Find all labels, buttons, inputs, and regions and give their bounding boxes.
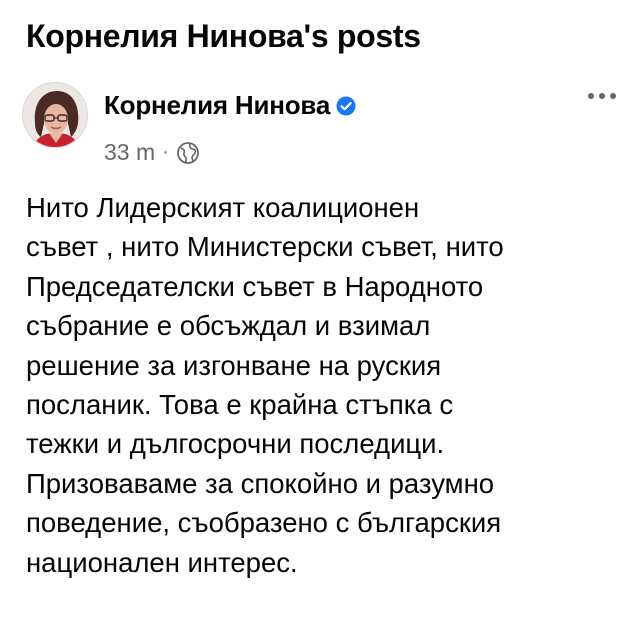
verified-badge-icon [336,96,356,116]
post-text-line: поведение, съобразено с българския [26,507,502,539]
meta-separator: · [162,141,169,163]
post-text-line: тежки и дългосрочни последици. [26,428,445,460]
post-text-line: Председателски съвет в Народното [26,270,484,302]
post-header: Корнелия Нинова 33 m · [22,82,622,172]
post-text-line: национален интерес. [26,546,298,578]
post-timestamp[interactable]: 33 m [104,139,155,166]
avatar[interactable] [22,82,88,148]
more-options-button[interactable] [582,82,622,110]
post-text-line: решение за изгонване на руския [26,349,442,381]
author-row: Корнелия Нинова [104,90,356,121]
post-text-line: съвет , нито Министерски съвет, нито [26,231,504,263]
post-meta: 33 m · [104,139,200,166]
more-horizontal-icon [588,93,616,99]
globe-icon[interactable] [176,141,200,165]
post-text-line: Нито Лидерският коалиционен [26,192,420,223]
post-text-line: събрание е обсъждал и взимал [26,310,431,342]
post-text-line: посланик. Това е крайна стъпка с [26,389,454,421]
post-body: Нито Лидерският коалиционен съвет , нито… [26,188,626,582]
page-title: Корнелия Нинова's posts [26,18,421,54]
author-name[interactable]: Корнелия Нинова [104,90,330,121]
avatar-image [23,83,87,147]
post-text-line: Призоваваме за спокойно и разумно [26,467,495,499]
